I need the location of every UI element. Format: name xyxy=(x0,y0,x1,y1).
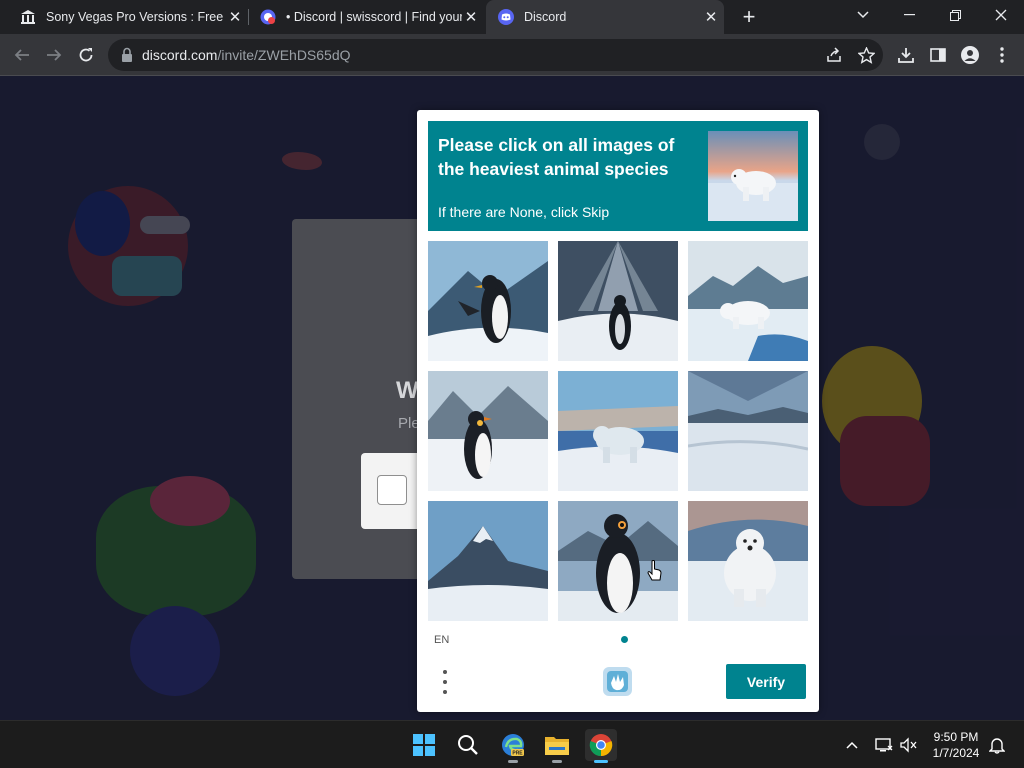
hcaptcha-challenge: Please click on all images of the heavie… xyxy=(417,110,819,712)
edge-beta-icon[interactable]: PRE xyxy=(497,729,529,763)
windows-taskbar: PRE 9:50 PM 1/7/2024 xyxy=(0,720,1024,768)
challenge-prompt-text: Please click on all images of the heavie… xyxy=(438,135,675,179)
tab-swisscord[interactable]: • Discord | swisscord | Find your c ✕ xyxy=(248,0,484,34)
running-indicator xyxy=(594,760,608,763)
challenge-image-grid xyxy=(428,241,808,621)
image-polar-bear-walking[interactable] xyxy=(558,371,678,491)
prompt-example-image xyxy=(708,131,798,221)
volume-muted-icon[interactable] xyxy=(899,733,919,757)
challenge-hint: If there are None, click Skip xyxy=(438,204,610,220)
side-panel-icon[interactable] xyxy=(927,44,949,66)
tab-search-chevron-icon[interactable] xyxy=(840,0,886,30)
clock-time: 9:50 PM xyxy=(933,730,979,744)
image-snowy-landscape[interactable] xyxy=(688,371,808,491)
forward-button[interactable] xyxy=(40,41,68,69)
discord-icon xyxy=(498,9,514,25)
search-icon[interactable] xyxy=(452,729,484,761)
challenge-page-indicator xyxy=(621,636,628,643)
tab-title: Discord xyxy=(524,10,567,24)
tab-title: • Discord | swisscord | Find your c xyxy=(286,10,462,24)
verify-button[interactable]: Verify xyxy=(726,664,806,699)
file-explorer-icon[interactable] xyxy=(541,729,573,763)
chrome-icon[interactable] xyxy=(585,729,617,763)
image-penguin-mountains[interactable] xyxy=(428,371,548,491)
running-indicator xyxy=(552,760,562,763)
tab-strip: Sony Vegas Pro Versions : Free D ✕ • Dis… xyxy=(0,0,1024,34)
running-indicator xyxy=(508,760,518,763)
network-icon[interactable] xyxy=(874,733,894,757)
close-window-button[interactable] xyxy=(978,0,1024,30)
hcaptcha-logo-icon xyxy=(601,665,634,698)
challenge-menu-button[interactable] xyxy=(437,667,453,697)
show-hidden-icons-chevron-icon[interactable] xyxy=(842,733,862,757)
notifications-bell-icon[interactable] xyxy=(987,733,1007,757)
image-polar-bear-iceberg[interactable] xyxy=(688,241,808,361)
menu-dot xyxy=(443,690,447,694)
tab-discord[interactable]: Discord ✕ xyxy=(486,0,724,34)
restore-button[interactable] xyxy=(932,0,978,30)
share-icon[interactable] xyxy=(824,45,844,65)
browser-toolbar: discord.com/invite/ZWEhDS65dQ xyxy=(0,34,1024,76)
url-path: /invite/ZWEhDS65dQ xyxy=(217,47,351,63)
image-penguin-sunbeams[interactable] xyxy=(558,241,678,361)
tab-title: Sony Vegas Pro Versions : Free D xyxy=(46,10,226,24)
hand-cursor-icon xyxy=(647,560,663,584)
image-polar-bear-sitting[interactable] xyxy=(688,501,808,621)
clock-date: 1/7/2024 xyxy=(932,746,980,760)
menu-dot xyxy=(443,680,447,684)
minimize-button[interactable] xyxy=(886,0,932,30)
invite-heading: W xyxy=(396,377,419,404)
bookmark-star-icon[interactable] xyxy=(856,45,876,65)
windows-start-icon[interactable] xyxy=(408,729,440,761)
challenge-prompt: Please click on all images of the heavie… xyxy=(428,121,808,231)
url-host: discord.com xyxy=(142,47,218,63)
tab-close-icon[interactable]: ✕ xyxy=(226,8,244,26)
tab-close-icon[interactable]: ✕ xyxy=(462,8,480,26)
image-penguin-rock[interactable] xyxy=(428,241,548,361)
profile-avatar-icon[interactable] xyxy=(959,44,981,66)
browser-menu-icon[interactable] xyxy=(991,44,1013,66)
address-bar[interactable]: discord.com/invite/ZWEhDS65dQ xyxy=(108,39,883,71)
menu-dot xyxy=(443,670,447,674)
download-icon[interactable] xyxy=(895,44,917,66)
museum-icon xyxy=(20,9,36,25)
back-button[interactable] xyxy=(8,41,36,69)
tab-close-icon[interactable]: ✕ xyxy=(702,8,720,26)
language-selector[interactable]: EN xyxy=(434,634,449,646)
hcaptcha-checkbox[interactable] xyxy=(377,475,407,505)
discord-invite-icon xyxy=(260,9,276,25)
system-clock[interactable]: 9:50 PM 1/7/2024 xyxy=(926,729,986,761)
new-tab-button[interactable]: + xyxy=(737,4,761,29)
reload-button[interactable] xyxy=(72,41,100,69)
svg-text:PRE: PRE xyxy=(512,751,523,757)
url-text: discord.com/invite/ZWEhDS65dQ xyxy=(142,47,351,63)
image-snowy-mountain[interactable] xyxy=(428,501,548,621)
lock-icon[interactable] xyxy=(120,47,134,63)
tab-sony-vegas[interactable]: Sony Vegas Pro Versions : Free D ✕ xyxy=(8,0,248,34)
